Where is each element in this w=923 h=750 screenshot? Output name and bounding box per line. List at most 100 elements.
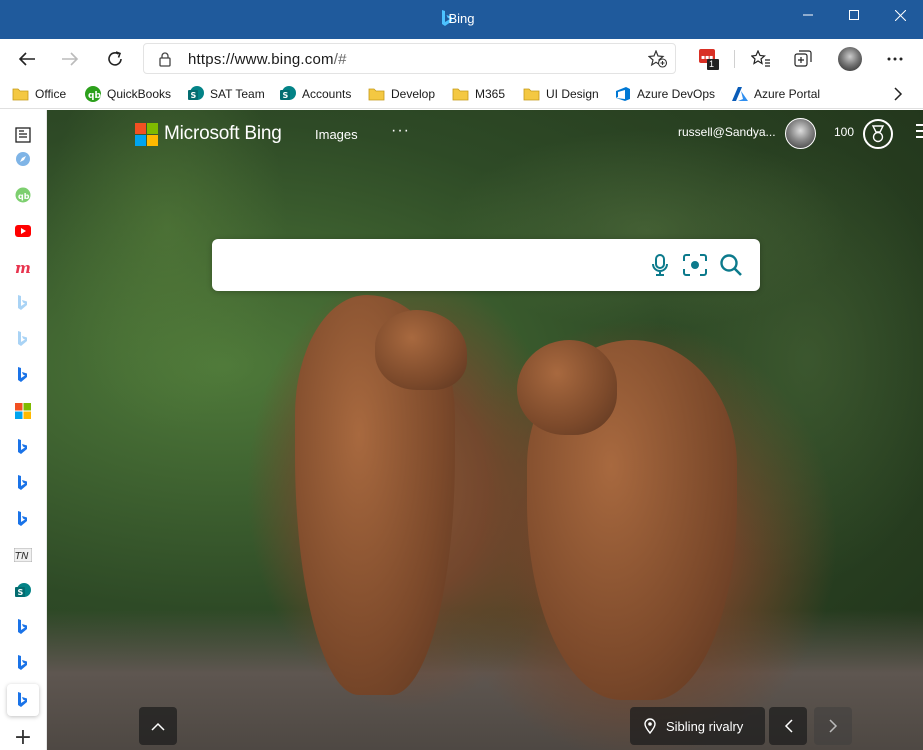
sidebar-item-bing-2[interactable] <box>10 326 36 352</box>
sidebar-item-bing-3[interactable] <box>10 362 36 388</box>
bookmark-sat-team[interactable]: S SAT Team <box>187 83 265 105</box>
bookmark-label: Azure Portal <box>754 87 821 101</box>
svg-text:S: S <box>282 91 288 100</box>
brand-name: Microsoft Bing <box>164 123 282 144</box>
bookmark-azure-devops[interactable]: Azure DevOps <box>614 83 715 105</box>
bookmarks-overflow-button[interactable] <box>893 83 903 105</box>
bookmark-label: QuickBooks <box>107 87 172 101</box>
bookmark-azure-portal[interactable]: Azure Portal <box>731 83 820 105</box>
sidebar-item-m[interactable]: m <box>10 254 36 280</box>
folder-icon <box>523 86 540 102</box>
sidebar-item-quickbooks[interactable]: qb <box>10 182 36 208</box>
sidebar-item-bing-8[interactable] <box>10 650 36 676</box>
maximize-button[interactable] <box>831 0 877 30</box>
bookmark-accounts[interactable]: S Accounts <box>279 83 351 105</box>
lock-icon <box>159 52 171 67</box>
bing-icon <box>18 619 27 634</box>
sidebar-item-sharepoint[interactable]: S <box>10 578 36 604</box>
minimize-icon <box>803 14 813 16</box>
rewards-medal-icon <box>871 125 885 143</box>
image-location-button[interactable]: Sibling rivalry <box>630 707 765 745</box>
toolbar-divider <box>734 50 735 68</box>
youtube-icon <box>15 225 31 237</box>
bookmark-label: M365 <box>475 87 506 101</box>
bookmark-label: SAT Team <box>210 87 265 101</box>
bing-logo-link[interactable]: Microsoft Bing <box>135 120 282 148</box>
visual-search-button[interactable] <box>682 252 708 278</box>
profile-avatar <box>838 47 862 71</box>
bing-icon <box>18 367 27 382</box>
settings-more-button[interactable] <box>880 45 910 73</box>
bookmark-office[interactable]: Office <box>12 83 66 105</box>
search-input[interactable] <box>226 249 636 281</box>
sidebar-item-microsoft[interactable] <box>10 398 36 424</box>
bookmark-quickbooks[interactable]: qb QuickBooks <box>84 83 171 105</box>
svg-text:qb: qb <box>88 91 101 101</box>
address-bar[interactable]: https://www.bing.com/# <box>143 43 676 74</box>
collections-button[interactable] <box>789 45 819 73</box>
location-pin-icon <box>644 718 656 734</box>
microsoft-logo-icon <box>135 122 158 146</box>
bookmarks-bar: Office qb QuickBooks S SAT Team S Accoun… <box>0 79 923 109</box>
collections-icon <box>794 50 812 67</box>
add-favorite-icon[interactable] <box>648 50 668 68</box>
bing-icon <box>18 692 27 707</box>
sidebar-item-bing-1[interactable] <box>10 290 36 316</box>
scroll-up-button[interactable] <box>139 707 177 745</box>
forward-button[interactable] <box>55 45 85 73</box>
back-button[interactable] <box>12 45 42 73</box>
refresh-icon <box>108 51 122 66</box>
close-button[interactable] <box>877 0 923 30</box>
rewards-button[interactable] <box>863 119 893 149</box>
bing-icon <box>18 475 27 490</box>
chevron-right-icon <box>894 87 903 101</box>
m-icon: m <box>15 260 31 274</box>
bookmark-m365[interactable]: M365 <box>452 83 505 105</box>
sidebar-item-bing-6[interactable] <box>10 506 36 532</box>
bookmark-develop[interactable]: Develop <box>368 83 435 105</box>
search-button[interactable] <box>718 252 744 278</box>
profile-button[interactable] <box>835 45 865 73</box>
microsoft-icon <box>15 403 31 419</box>
safari-icon <box>16 152 30 166</box>
sidebar-add-button[interactable]: + <box>10 724 36 750</box>
next-image-button[interactable] <box>814 707 852 745</box>
sidebar-item-news[interactable] <box>10 122 36 148</box>
svg-text:TN: TN <box>15 551 29 562</box>
rewards-points[interactable]: 100 <box>834 125 854 139</box>
nav-images-link[interactable]: Images <box>315 127 358 142</box>
menu-button[interactable] <box>916 124 923 142</box>
voice-search-button[interactable] <box>647 252 673 278</box>
bing-icon <box>18 295 27 310</box>
bookmark-ui-design[interactable]: UI Design <box>523 83 599 105</box>
search-box[interactable] <box>212 239 760 291</box>
sidebar-item-bing-4[interactable] <box>10 434 36 460</box>
sidebar-item-youtube[interactable] <box>10 218 36 244</box>
sidebar-item-safari[interactable] <box>10 146 36 172</box>
user-avatar[interactable] <box>785 118 816 149</box>
extension-badge: 1 <box>709 59 715 69</box>
sharepoint-icon: S <box>279 86 296 102</box>
title-bar: Bing <box>0 0 923 39</box>
minimize-button[interactable] <box>785 0 831 30</box>
image-location-label: Sibling rivalry <box>666 718 744 734</box>
sidebar-item-bing-5[interactable] <box>10 470 36 496</box>
previous-image-button[interactable] <box>769 707 807 745</box>
sidebar-item-bing-7[interactable] <box>10 614 36 640</box>
svg-text:S: S <box>190 91 196 100</box>
nav-more-button[interactable]: ··· <box>391 122 410 140</box>
sidebar-item-tn[interactable]: TN <box>10 542 36 568</box>
url-scheme: https:// <box>188 51 235 68</box>
extension-button[interactable]: ▪▪▪ 1 <box>694 45 724 73</box>
svg-text:m: m <box>15 260 31 274</box>
folder-icon <box>12 86 29 102</box>
refresh-button[interactable] <box>100 45 130 73</box>
bing-icon <box>18 655 27 670</box>
folder-icon <box>452 86 469 102</box>
user-account-name[interactable]: russell@Sandya... <box>678 125 776 139</box>
microphone-icon <box>652 254 668 276</box>
sidebar-item-bing-active[interactable] <box>7 684 39 716</box>
bear-right-head-image <box>517 340 617 435</box>
chevron-right-icon <box>828 719 837 733</box>
favorites-button[interactable] <box>746 45 776 73</box>
